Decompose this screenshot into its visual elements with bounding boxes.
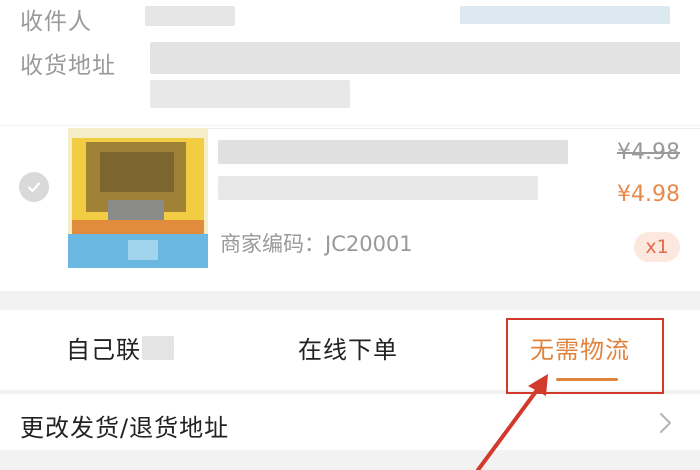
annotation-arrow: [476, 374, 548, 470]
